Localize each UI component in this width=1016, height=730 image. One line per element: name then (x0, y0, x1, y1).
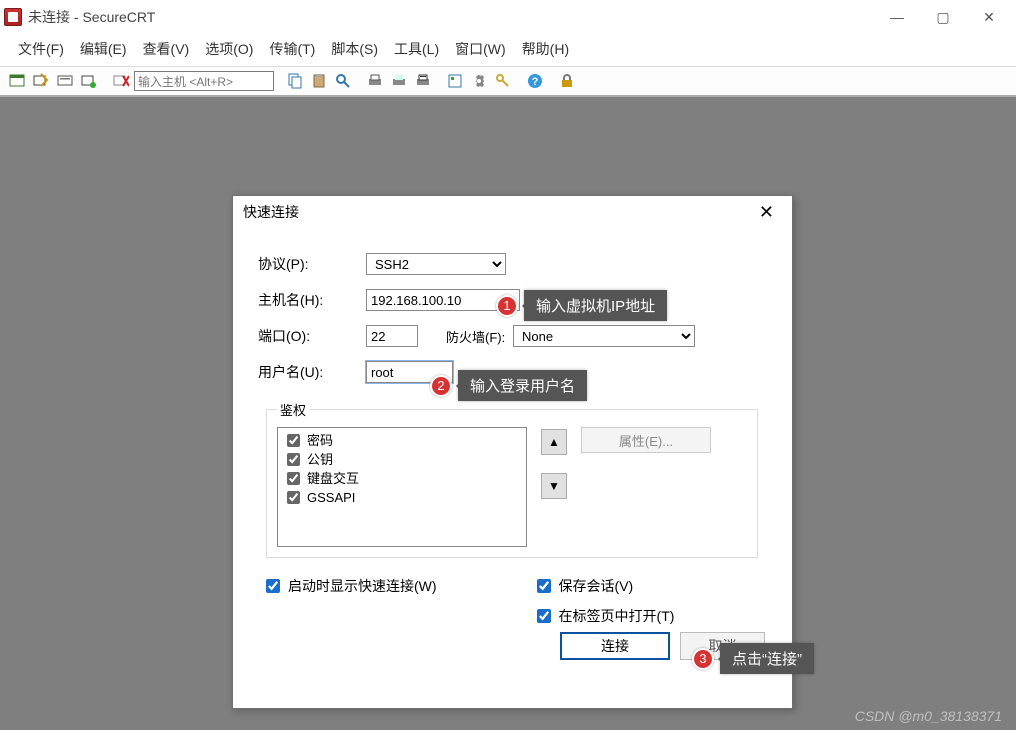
open-in-tab-checkbox[interactable]: 在标签页中打开(T) (533, 606, 675, 626)
key-icon[interactable] (492, 70, 514, 92)
close-button[interactable]: ✕ (966, 2, 1012, 32)
callout-text-3: 点击“连接” (720, 643, 814, 674)
callout-text-2: 输入登录用户名 (458, 370, 587, 401)
dialog-close-button[interactable]: ✕ (751, 200, 782, 225)
username-label: 用户名(U): (258, 362, 366, 382)
disconnect-icon[interactable] (110, 70, 132, 92)
menu-script[interactable]: 脚本(S) (323, 36, 386, 62)
lock-icon[interactable] (556, 70, 578, 92)
menu-file[interactable]: 文件(F) (10, 36, 72, 62)
copy-icon[interactable] (284, 70, 306, 92)
find-icon[interactable] (332, 70, 354, 92)
app-icon (4, 8, 22, 26)
callout-text-1: 输入虚拟机IP地址 (524, 290, 667, 321)
paste-icon[interactable] (308, 70, 330, 92)
print-icon[interactable] (364, 70, 386, 92)
menu-help[interactable]: 帮助(H) (514, 36, 577, 62)
move-down-button[interactable]: ▼ (541, 473, 567, 499)
quick-connect-dialog: 快速连接 ✕ 协议(P): SSH2 主机名(H): 端口(O): 防火墙(F)… (232, 195, 793, 709)
connect-bar-icon[interactable] (54, 70, 76, 92)
annotation-1: 1 输入虚拟机IP地址 (496, 290, 667, 321)
window-controls: — ▢ ✕ (874, 2, 1012, 32)
save-session-checkbox[interactable]: 保存会话(V) (533, 576, 675, 596)
host-search-input[interactable] (134, 71, 274, 91)
auth-item-keyboard: 键盘交互 (283, 469, 521, 488)
menu-options[interactable]: 选项(O) (197, 36, 261, 62)
maximize-button[interactable]: ▢ (920, 2, 966, 32)
settings-icon[interactable] (468, 70, 490, 92)
protocol-label: 协议(P): (258, 254, 366, 274)
connect-button[interactable]: 连接 (560, 632, 670, 660)
auth-item-publickey: 公钥 (283, 450, 521, 469)
title-bar: 未连接 - SecureCRT — ▢ ✕ (0, 0, 1016, 34)
menu-tools[interactable]: 工具(L) (386, 36, 447, 62)
annotation-3: 3 点击“连接” (692, 643, 814, 674)
firewall-select[interactable]: None (513, 325, 695, 347)
auth-methods-list[interactable]: 密码 公钥 键盘交互 GSSAPI (277, 427, 527, 547)
print-selection-icon[interactable] (388, 70, 410, 92)
badge-3: 3 (692, 648, 714, 670)
main-window: 未连接 - SecureCRT — ▢ ✕ 文件(F) 编辑(E) 查看(V) … (0, 0, 1016, 97)
annotation-2: 2 输入登录用户名 (430, 370, 587, 401)
port-input[interactable] (366, 325, 418, 347)
auth-item-gssapi: GSSAPI (283, 488, 521, 507)
toolbar: ? (0, 66, 1016, 96)
show-on-startup-checkbox[interactable]: 启动时显示快速连接(W) (262, 576, 437, 596)
session-manager-icon[interactable] (6, 70, 28, 92)
firewall-label: 防火墙(F): (446, 327, 513, 346)
help-icon[interactable]: ? (524, 70, 546, 92)
properties-icon[interactable] (444, 70, 466, 92)
dialog-title: 快速连接 (243, 202, 299, 222)
auth-item-password: 密码 (283, 431, 521, 450)
window-title: 未连接 - SecureCRT (28, 7, 155, 27)
minimize-button[interactable]: — (874, 2, 920, 32)
port-label: 端口(O): (258, 326, 366, 346)
reconnect-icon[interactable] (78, 70, 100, 92)
protocol-select[interactable]: SSH2 (366, 253, 506, 275)
badge-1: 1 (496, 295, 518, 317)
quick-connect-icon[interactable] (30, 70, 52, 92)
hostname-label: 主机名(H): (258, 290, 366, 310)
menu-bar: 文件(F) 编辑(E) 查看(V) 选项(O) 传输(T) 脚本(S) 工具(L… (0, 34, 1016, 66)
dialog-titlebar: 快速连接 ✕ (233, 196, 792, 228)
move-up-button[interactable]: ▲ (541, 429, 567, 455)
menu-transfer[interactable]: 传输(T) (261, 36, 323, 62)
menu-window[interactable]: 窗口(W) (447, 36, 514, 62)
auth-fieldset: 鉴权 密码 公钥 键盘交互 GSSAPI ▲ ▼ 属性(E)... (266, 400, 758, 558)
auth-legend: 鉴权 (277, 400, 309, 419)
svg-text:?: ? (532, 76, 539, 88)
menu-edit[interactable]: 编辑(E) (72, 36, 135, 62)
menu-view[interactable]: 查看(V) (135, 36, 198, 62)
badge-2: 2 (430, 375, 452, 397)
properties-button: 属性(E)... (581, 427, 711, 453)
watermark: CSDN @m0_38138371 (855, 708, 1002, 724)
print-screen-icon[interactable] (412, 70, 434, 92)
